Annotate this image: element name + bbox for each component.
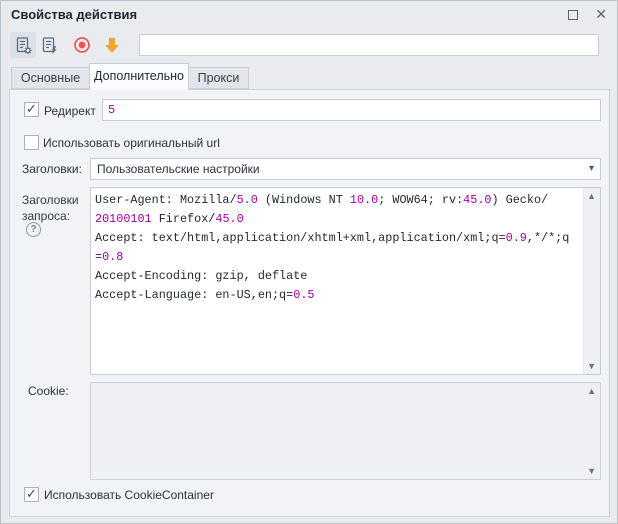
close-icon[interactable]: ✕	[595, 6, 607, 22]
redirect-checkbox[interactable]: ✓	[24, 102, 39, 117]
download-button[interactable]	[99, 32, 125, 58]
advanced-tab-panel: ✓ Редирект Использовать оригинальный url…	[9, 89, 610, 517]
action-edit-button[interactable]	[36, 32, 62, 58]
scroll-down-icon[interactable]: ▼	[587, 361, 596, 371]
use-original-url-label[interactable]: Использовать оригинальный url	[43, 136, 220, 150]
maximize-icon[interactable]	[568, 10, 578, 20]
cookie-label: Cookie:	[28, 384, 69, 398]
tab-proxy[interactable]: Прокси	[188, 67, 249, 89]
headers-combo[interactable]: Пользовательские настройки ▾	[90, 158, 601, 180]
help-icon[interactable]: ?	[26, 222, 41, 237]
action-settings-button[interactable]	[10, 32, 36, 58]
use-cookiecontainer-label[interactable]: Использовать CookieContainer	[44, 488, 214, 502]
headers-combo-label: Заголовки:	[22, 162, 82, 176]
scroll-up-icon[interactable]: ▲	[587, 386, 596, 396]
document-gear-icon	[14, 36, 33, 55]
scroll-up-icon[interactable]: ▲	[587, 191, 596, 201]
scrollbar-track: ▲ ▼	[583, 188, 600, 374]
toolbar-input[interactable]	[139, 34, 599, 56]
titlebar: Свойства действия ✕	[1, 1, 617, 29]
action-properties-window: Свойства действия ✕	[0, 0, 618, 524]
cookie-text	[95, 386, 580, 476]
use-original-url-checkbox[interactable]	[24, 135, 39, 150]
record-icon	[72, 35, 92, 55]
request-headers-textarea[interactable]: User-Agent: Mozilla/5.0 (Windows NT 10.0…	[90, 187, 601, 375]
request-headers-label: Заголовки запроса:	[22, 192, 88, 224]
scroll-down-icon[interactable]: ▼	[587, 466, 596, 476]
scrollbar-track: ▲ ▼	[583, 383, 600, 479]
down-arrow-icon	[102, 35, 122, 55]
tab-advanced[interactable]: Дополнительно	[89, 63, 189, 90]
document-lightning-icon	[40, 36, 59, 55]
use-cookiecontainer-checkbox[interactable]: ✓	[24, 487, 39, 502]
chevron-down-icon[interactable]: ▾	[589, 159, 594, 178]
window-title: Свойства действия	[11, 7, 137, 22]
headers-combo-value: Пользовательские настройки	[97, 159, 260, 179]
record-button[interactable]	[69, 32, 95, 58]
request-headers-text: User-Agent: Mozilla/5.0 (Windows NT 10.0…	[95, 191, 580, 371]
redirect-label[interactable]: Редирект	[44, 104, 96, 118]
tab-main[interactable]: Основные	[11, 67, 90, 89]
cookie-textarea[interactable]: ▲ ▼	[90, 382, 601, 480]
redirect-count-input[interactable]	[102, 99, 601, 121]
